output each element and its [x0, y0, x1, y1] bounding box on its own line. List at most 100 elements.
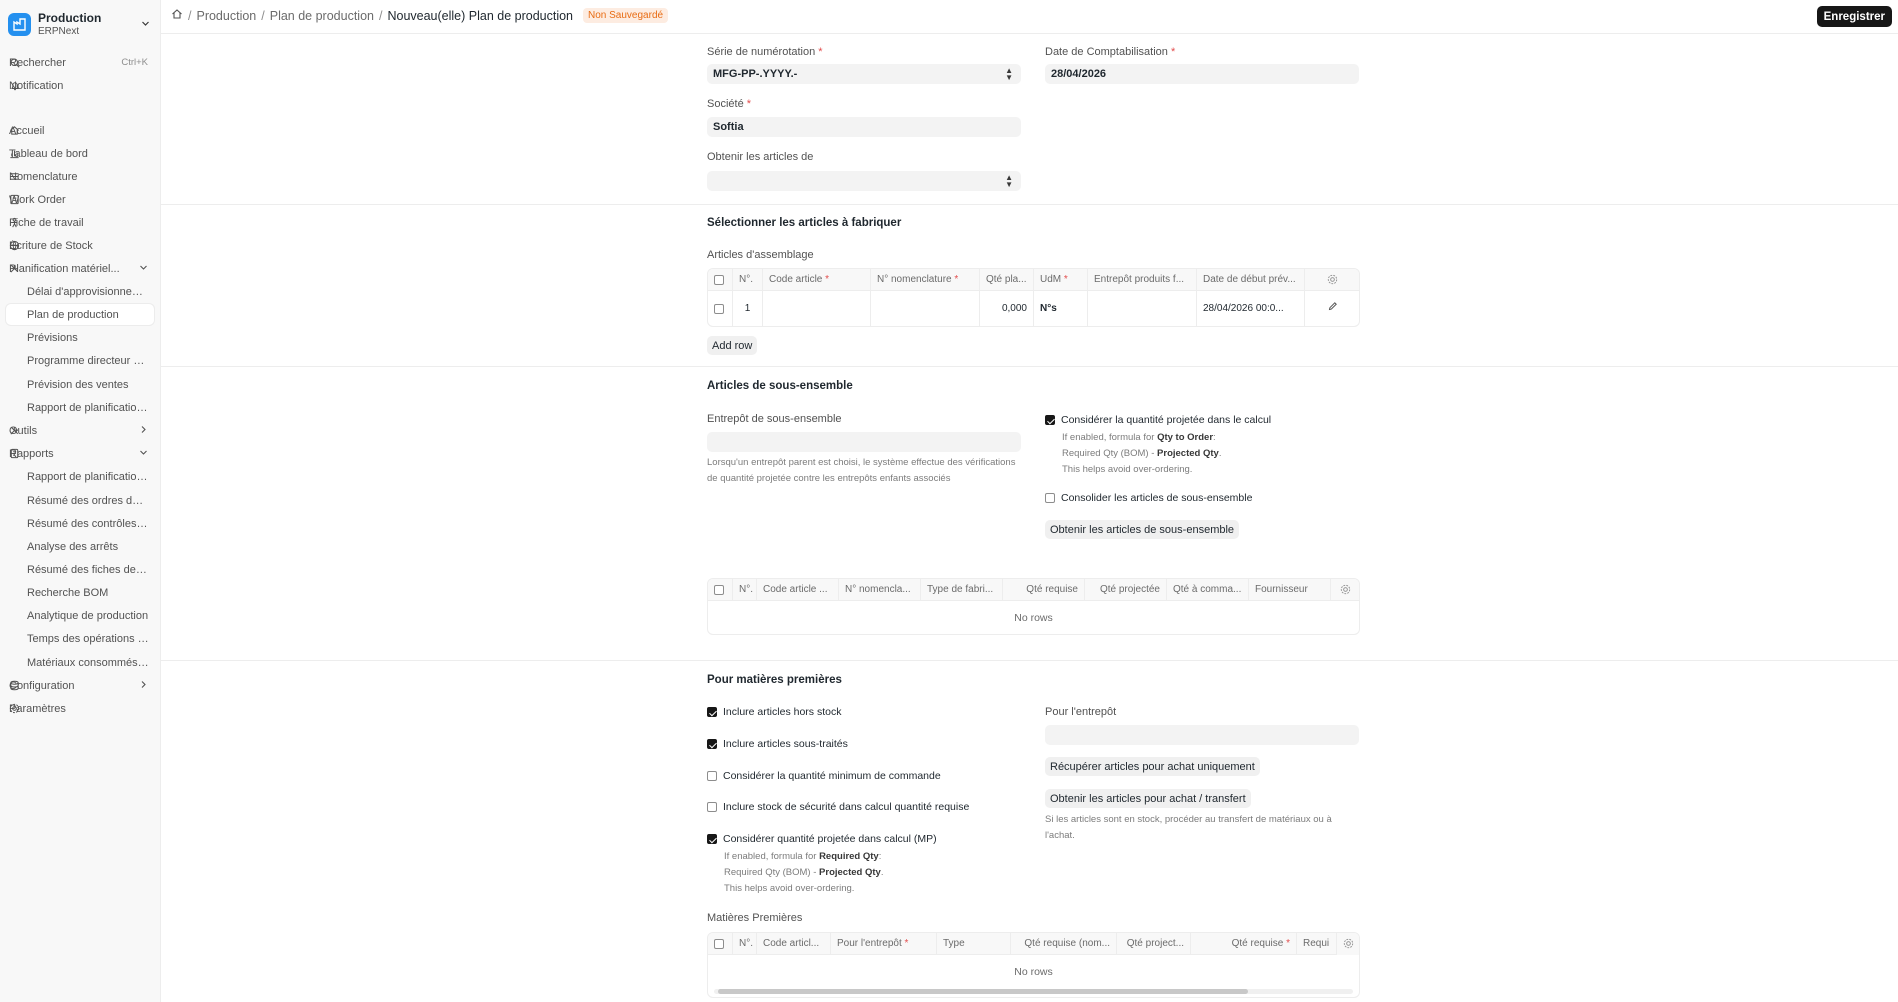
- raw-material-checkbox-row[interactable]: Inclure stock de sécurité dans calcul qu…: [707, 801, 969, 813]
- for-warehouse-field[interactable]: [1045, 725, 1359, 745]
- column-header: N°.: [732, 269, 762, 291]
- get-purchase-transfer-button[interactable]: Obtenir les articles pour achat / transf…: [1045, 789, 1251, 808]
- sidebar-item-label: Accueil: [9, 124, 45, 137]
- sidebar-item[interactable]: Planification matériel...: [6, 258, 154, 279]
- sidebar-item[interactable]: Écriture de Stock: [6, 235, 154, 256]
- sidebar-item[interactable]: Résumé des ordres de fa...: [6, 490, 154, 511]
- raw-material-checkbox-row[interactable]: Inclure articles sous-traités: [707, 738, 848, 750]
- column-header: Qté requise (nom...: [1010, 933, 1116, 955]
- select-all-checkbox[interactable]: [714, 585, 724, 595]
- sidebar-item-label: Recherche BOM: [27, 586, 109, 599]
- uom-cell[interactable]: N°s: [1033, 291, 1087, 326]
- bom-cell[interactable]: [870, 291, 979, 326]
- sidebar-item[interactable]: Prévisions: [6, 327, 154, 348]
- sub-warehouse-field[interactable]: [707, 432, 1021, 452]
- chevron-down-icon[interactable]: [139, 448, 148, 460]
- checkbox[interactable]: [707, 739, 717, 749]
- section-title-sub-assembly: Articles de sous-ensemble: [707, 380, 853, 392]
- checkbox[interactable]: [1045, 415, 1055, 425]
- get-sub-assembly-button[interactable]: Obtenir les articles de sous-ensemble: [1045, 520, 1240, 539]
- checkbox[interactable]: [707, 834, 717, 844]
- sidebar-item-label: Délai d'approvisionneme...: [27, 285, 149, 298]
- get-purchase-items-button[interactable]: Récupérer articles pour achat uniquement: [1045, 757, 1260, 776]
- gear-icon[interactable]: [1340, 584, 1351, 595]
- checkbox[interactable]: [707, 707, 717, 717]
- get-items-from-label: Obtenir les articles de: [707, 151, 814, 163]
- sidebar-item-label: Rapport de planification ...: [27, 401, 149, 414]
- sidebar-item[interactable]: Programme directeur de ...: [6, 350, 154, 371]
- chevron-right-icon[interactable]: [139, 680, 148, 692]
- naming-series-select[interactable]: MFG-PP-.YYYY.- ▲ ▼: [707, 64, 1021, 84]
- add-row-button[interactable]: Add row: [707, 336, 758, 355]
- sidebar-item[interactable]: Tableau de bord: [6, 143, 154, 164]
- raw-material-checkbox-row[interactable]: Inclure articles hors stock: [707, 706, 841, 718]
- chevron-right-icon[interactable]: [139, 425, 148, 437]
- table-row[interactable]: 1 0,000 N°s 28/04/2026 00:0...: [708, 291, 1359, 326]
- assembly-items-table: N°. Code article * N° nomenclature * Qté…: [707, 268, 1360, 327]
- breadcrumb-production[interactable]: Production: [196, 9, 256, 23]
- sidebar-item[interactable]: Configuration: [6, 675, 154, 696]
- sidebar-item[interactable]: Résumé des fiches de tra...: [6, 559, 154, 580]
- breadcrumb-plan[interactable]: Plan de production: [270, 9, 374, 23]
- sidebar-item[interactable]: Rapports: [6, 443, 154, 464]
- get-items-from-select[interactable]: ▲ ▼: [707, 171, 1021, 191]
- column-header: Code article *: [762, 269, 870, 291]
- item-code-cell[interactable]: [762, 291, 870, 326]
- row-checkbox[interactable]: [714, 304, 724, 314]
- checkbox[interactable]: [707, 802, 717, 812]
- sidebar-item-label: Écriture de Stock: [9, 239, 93, 252]
- sidebar-item[interactable]: Nomenclature: [6, 166, 154, 187]
- sidebar-item[interactable]: Work Order: [6, 189, 154, 210]
- app-switcher[interactable]: Production ERPNext: [8, 9, 158, 39]
- sidebar-item[interactable]: Délai d'approvisionneme...: [6, 281, 154, 302]
- horizontal-scrollbar[interactable]: [714, 989, 1353, 994]
- sidebar-item[interactable]: Outils: [6, 420, 154, 441]
- column-header: Code articl...: [756, 933, 830, 955]
- raw-material-checkbox-row[interactable]: Considérer quantité projetée dans calcul…: [707, 833, 937, 845]
- sidebar-item-label: Nomenclature: [9, 170, 78, 183]
- sidebar-item[interactable]: Paramètres: [6, 698, 154, 719]
- sidebar-item[interactable]: Résumé des contrôles qu...: [6, 513, 154, 534]
- company-field[interactable]: Softia: [707, 117, 1021, 137]
- consolidate-checkbox[interactable]: Consolider les articles de sous-ensemble: [1045, 492, 1252, 504]
- sidebar-item[interactable]: Accueil: [6, 120, 154, 141]
- select-all-checkbox[interactable]: [714, 275, 724, 285]
- gear-icon[interactable]: [1343, 938, 1354, 949]
- no-rows-text: No rows: [1014, 966, 1053, 978]
- sidebar-item[interactable]: Recherche BOM: [6, 582, 154, 603]
- checkbox[interactable]: [1045, 493, 1055, 503]
- consider-projected-checkbox[interactable]: Considérer la quantité projetée dans le …: [1045, 414, 1271, 426]
- sidebar-item-label: Work Order: [9, 193, 66, 206]
- warehouse-cell[interactable]: [1087, 291, 1196, 326]
- sidebar-item[interactable]: Rapport de planification ...: [6, 466, 154, 487]
- sidebar-item[interactable]: Plan de production: [6, 304, 154, 325]
- column-header: N° nomencla...: [838, 579, 920, 601]
- page-title: Nouveau(elle) Plan de production: [387, 8, 574, 23]
- status-badge: Non Sauvegardé: [583, 8, 669, 23]
- gear-icon[interactable]: [1327, 274, 1338, 285]
- checkbox[interactable]: [707, 771, 717, 781]
- raw-materials-table-label: Matières Premières: [707, 912, 803, 924]
- edit-icon[interactable]: [1328, 298, 1338, 320]
- column-header: Date de début prév...: [1196, 269, 1304, 291]
- save-button[interactable]: Enregistrer: [1816, 6, 1892, 27]
- raw-material-checkbox-row[interactable]: Considérer la quantité minimum de comman…: [707, 770, 941, 782]
- column-header: N°.: [732, 933, 756, 955]
- select-all-checkbox[interactable]: [714, 939, 724, 949]
- sidebar-item[interactable]: Temps des opérations B...: [6, 628, 154, 649]
- posting-date-field[interactable]: 28/04/2026: [1045, 64, 1359, 84]
- sidebar-item[interactable]: Matériaux consommés or...: [6, 652, 154, 673]
- sidebar-item[interactable]: Prévision des ventes: [6, 374, 154, 395]
- sidebar-item[interactable]: Fiche de travail: [6, 212, 154, 233]
- sidebar-item-label: Résumé des ordres de fa...: [27, 494, 149, 507]
- planned-qty-cell[interactable]: 0,000: [979, 291, 1033, 326]
- start-date-cell[interactable]: 28/04/2026 00:0...: [1196, 291, 1304, 326]
- home-icon[interactable]: [171, 8, 183, 23]
- chevron-down-icon[interactable]: [139, 263, 148, 275]
- sidebar-notification[interactable]: Notification: [6, 75, 154, 96]
- sidebar-item[interactable]: Rapport de planification ...: [6, 397, 154, 418]
- sidebar-item[interactable]: Analytique de production: [6, 605, 154, 626]
- sidebar-search[interactable]: Rechercher Ctrl+K: [6, 52, 154, 73]
- sidebar-item[interactable]: Analyse des arrêts: [6, 536, 154, 557]
- column-header: N° nomenclature *: [870, 269, 979, 291]
